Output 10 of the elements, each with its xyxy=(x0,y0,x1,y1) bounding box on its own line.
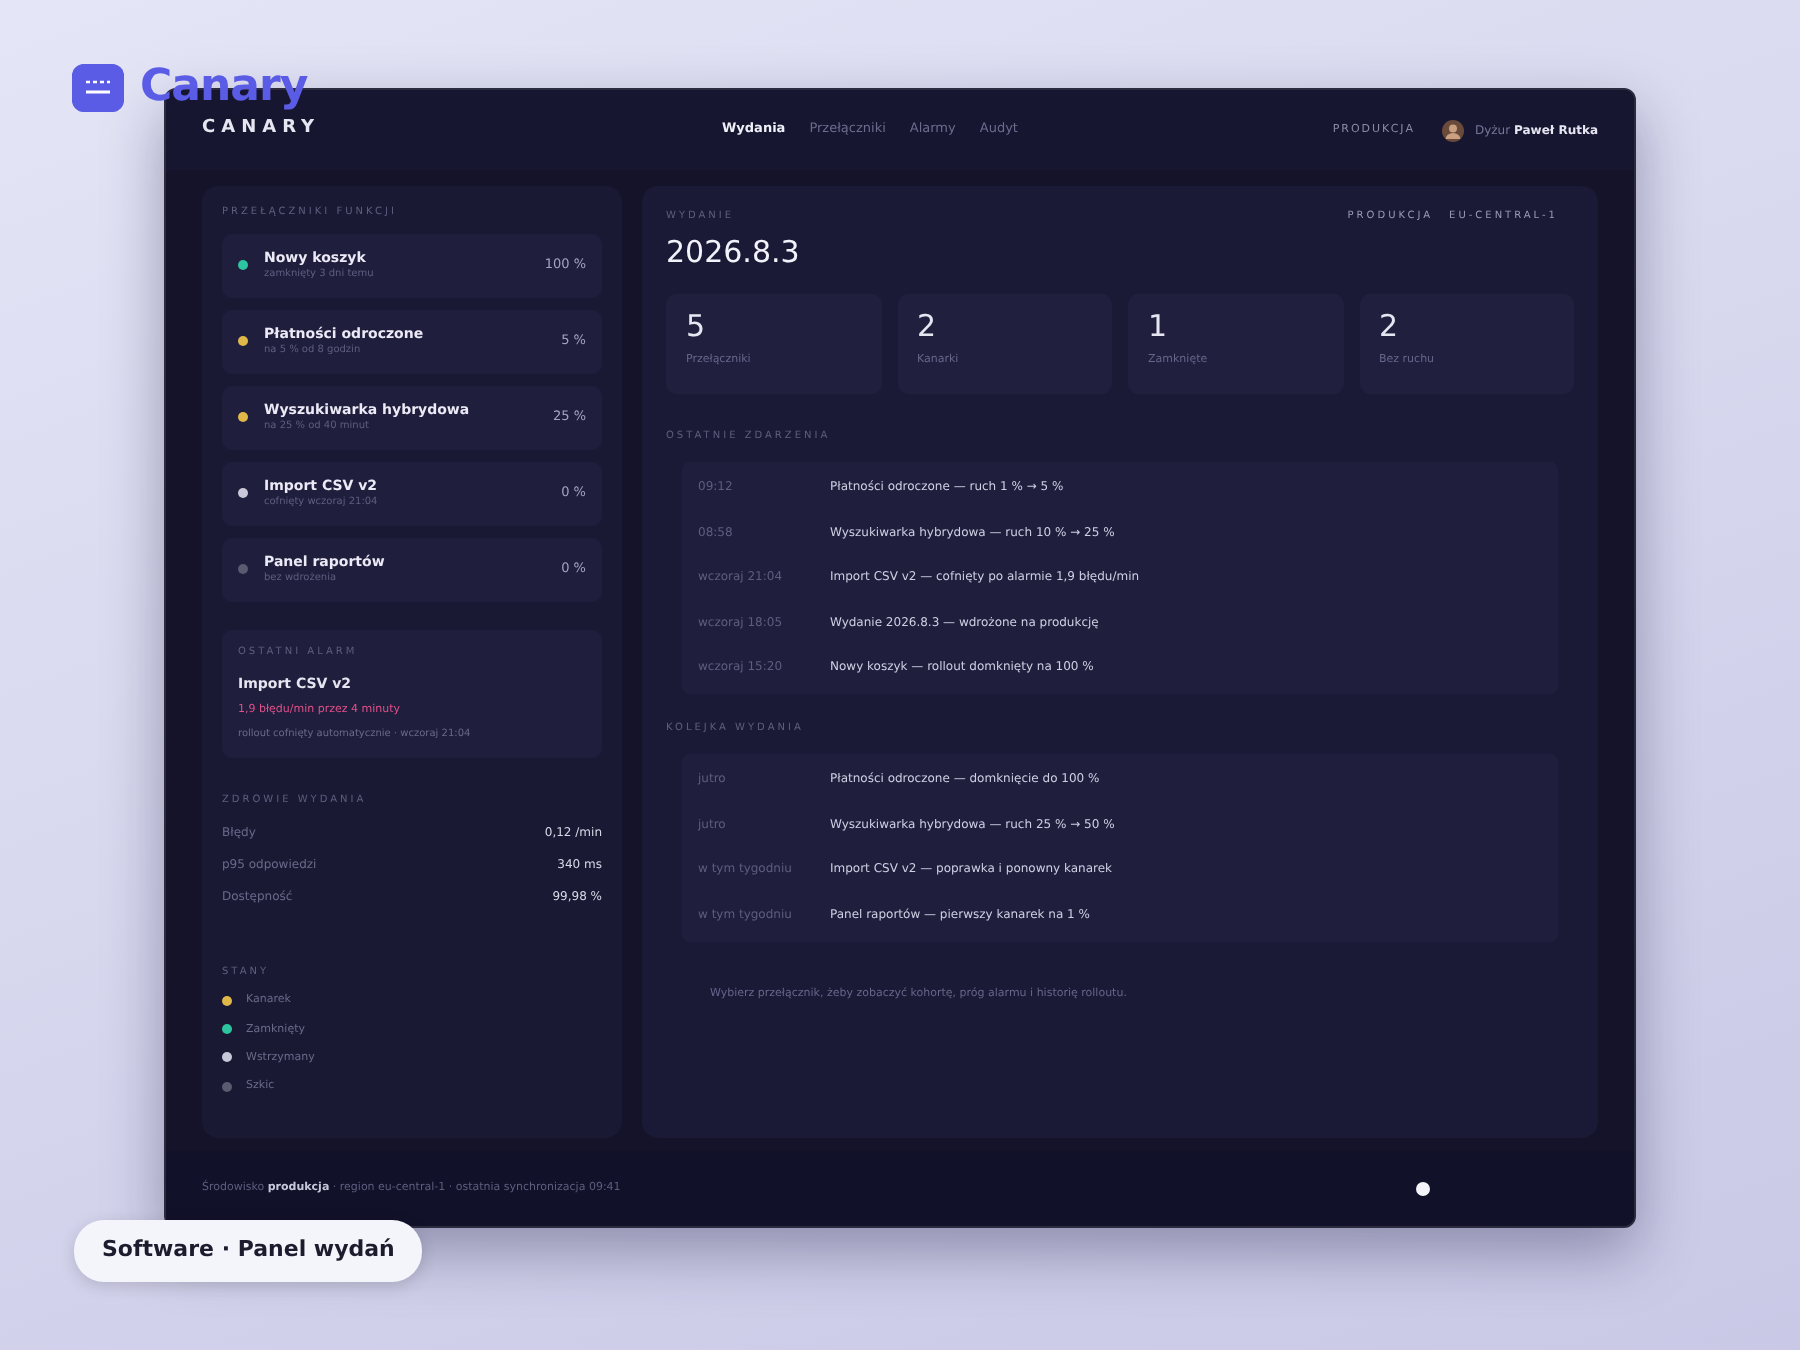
release-version: 2026.8.3 xyxy=(666,231,800,273)
stat-value: 5 xyxy=(686,308,708,344)
logo-icon xyxy=(72,64,124,112)
caption-pill: Software · Panel wydań xyxy=(74,1220,423,1281)
page-dot-icon[interactable] xyxy=(1416,1181,1430,1195)
stat-value: 1 xyxy=(1148,308,1170,344)
stat-value: 2 xyxy=(1379,308,1401,344)
app-logo: CANARY xyxy=(202,116,323,143)
avatar-icon xyxy=(1442,119,1465,141)
stat-value: 2 xyxy=(917,308,939,344)
